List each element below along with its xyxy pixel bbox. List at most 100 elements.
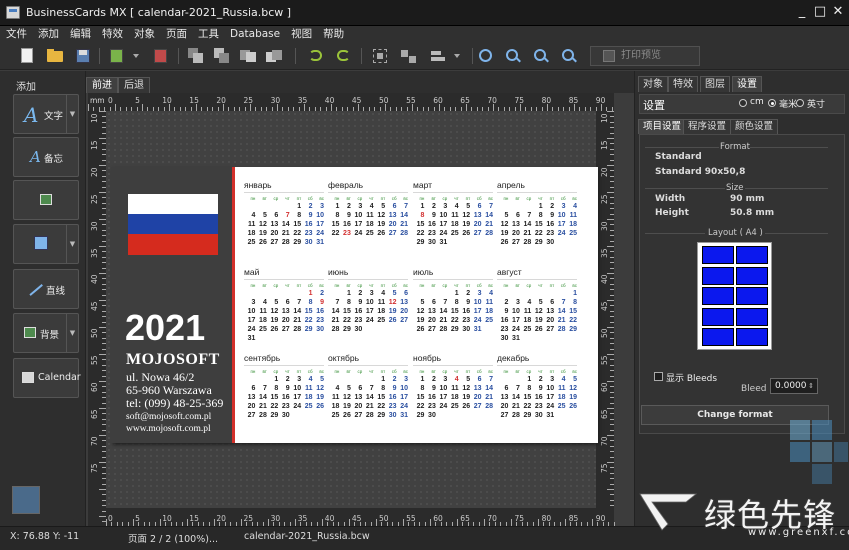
calendar-day: 4 (308, 376, 313, 383)
calendar-day: 6 (358, 385, 363, 392)
add-background-button[interactable]: 背景 ▼ (13, 313, 79, 353)
ruler-tick-label: 40 (90, 274, 99, 285)
add-line-button[interactable]: 直线 (13, 269, 79, 309)
chevron-down-icon[interactable]: ▼ (66, 314, 78, 352)
zoom-in-icon[interactable] (502, 45, 524, 67)
menu-effects[interactable]: 特效 (96, 26, 128, 41)
calendar-day: 22 (534, 230, 543, 237)
add-text-button[interactable]: A 文字 ▼ (13, 94, 79, 134)
calendar-day: 4 (335, 385, 340, 392)
unit-mm-radio[interactable] (768, 99, 776, 107)
calendar-day: 23 (462, 317, 471, 324)
save-icon[interactable] (72, 45, 94, 67)
unit-inch-radio[interactable] (796, 99, 804, 107)
calendar-day: 5 (320, 376, 324, 383)
bring-front-icon[interactable] (185, 45, 207, 67)
calendar-day: 16 (316, 308, 324, 315)
send-back-icon[interactable] (211, 45, 233, 67)
tab-back[interactable]: 后退 (118, 77, 150, 93)
close-button[interactable]: ✕ (830, 4, 846, 20)
calendar-day: 30 (281, 412, 290, 419)
calendar-day: 2 (431, 203, 436, 210)
group-icon[interactable] (369, 45, 391, 67)
print-preview-button[interactable]: 打印预览 (590, 46, 700, 66)
calendar-day: 25 (523, 326, 532, 333)
weekday-label: сб (476, 369, 482, 374)
align-dropdown-icon[interactable] (450, 45, 472, 67)
calendar-day: 3 (297, 376, 302, 383)
menu-object[interactable]: 对象 (128, 26, 160, 41)
calendar-day: 18 (523, 317, 532, 324)
calendar-day: 6 (285, 299, 290, 306)
calendar-day: 22 (293, 230, 302, 237)
calendar-day: 31 (512, 335, 520, 342)
maximize-button[interactable]: □ (812, 4, 828, 20)
tab-project-settings[interactable]: 项目设置 (638, 119, 687, 134)
undo-icon[interactable] (305, 45, 327, 67)
watermark-squares (790, 420, 848, 484)
calendar-day: 29 (343, 326, 351, 333)
chevron-down-icon[interactable]: ▼ (66, 95, 78, 133)
unit-cm-radio[interactable] (739, 99, 747, 107)
calendar-day: 21 (281, 230, 290, 237)
show-bleeds-checkbox[interactable] (654, 372, 663, 381)
calendar-day: 1 (538, 203, 543, 210)
calendar-day: 12 (462, 212, 471, 219)
minimize-button[interactable]: _ (794, 4, 810, 20)
weekday-label: пн (503, 283, 509, 288)
add-calendar-button[interactable]: Calendar (13, 358, 81, 398)
zoom-fit-icon[interactable] (475, 45, 497, 67)
flag-stripe-red (128, 234, 218, 255)
user-card-icon[interactable] (12, 486, 40, 514)
add-page-dropdown-icon[interactable] (129, 45, 151, 67)
calendar-day: 21 (365, 403, 374, 410)
tab-program-settings[interactable]: 程序设置 (683, 119, 732, 134)
ruler-tick-label: 50 (379, 96, 389, 105)
add-page-icon[interactable] (106, 45, 128, 67)
menu-help[interactable]: 帮助 (317, 26, 349, 41)
calendar-day: 28 (365, 412, 374, 419)
calendar-day: 20 (400, 308, 408, 315)
ungroup-icon[interactable] (397, 45, 419, 67)
tab-color-settings[interactable]: 颜色设置 (730, 119, 779, 134)
menu-add[interactable]: 添加 (32, 26, 64, 41)
bring-forward-icon[interactable] (237, 45, 259, 67)
format-value[interactable]: Standard (655, 152, 702, 162)
tab-layers[interactable]: 图层 (700, 76, 730, 92)
tab-effects[interactable]: 特效 (668, 76, 698, 92)
add-memo-button[interactable]: A 备忘 (13, 137, 79, 177)
add-shape-button[interactable]: ▼ (13, 224, 79, 264)
calendar-day: 4 (262, 299, 267, 306)
tab-front[interactable]: 前进 (86, 77, 118, 93)
calendar-day: 9 (538, 385, 543, 392)
align-icon[interactable] (427, 45, 449, 67)
open-folder-icon[interactable] (44, 45, 66, 67)
bleed-input[interactable]: 0.0000 ⇕ (770, 378, 818, 394)
calendar-day: 16 (343, 221, 351, 228)
zoom-out-icon[interactable] (530, 45, 552, 67)
menu-view[interactable]: 视图 (285, 26, 317, 41)
new-file-icon[interactable] (16, 45, 38, 67)
bleed-stepper-icon[interactable]: ⇕ (808, 379, 814, 393)
calendar-day: 27 (512, 239, 520, 246)
menu-tools[interactable]: 工具 (192, 26, 224, 41)
format-detail[interactable]: Standard 90x50,8 (655, 167, 745, 177)
menu-edit[interactable]: 编辑 (64, 26, 96, 41)
redo-icon[interactable] (333, 45, 355, 67)
chevron-down-icon[interactable]: ▼ (66, 225, 78, 263)
menu-database[interactable]: Database (224, 26, 285, 41)
delete-page-icon[interactable] (150, 45, 172, 67)
business-card[interactable]: 2021 MOJOSOFT ul. Nowa 46/2 65-960 Warsz… (111, 167, 598, 443)
send-backward-icon[interactable] (263, 45, 285, 67)
weekday-label: ср (526, 283, 532, 288)
month-name: август (497, 267, 522, 277)
tab-objects[interactable]: 对象 (638, 76, 668, 92)
calendar-day: 20 (428, 317, 436, 324)
zoom-page-icon[interactable] (558, 45, 580, 67)
add-image-button[interactable] (13, 180, 79, 220)
calendar-day: 14 (485, 212, 493, 219)
tab-settings[interactable]: 设置 (732, 76, 762, 92)
calendar-day: 1 (335, 203, 340, 210)
menu-page[interactable]: 页面 (160, 26, 192, 41)
menu-file[interactable]: 文件 (0, 26, 32, 41)
